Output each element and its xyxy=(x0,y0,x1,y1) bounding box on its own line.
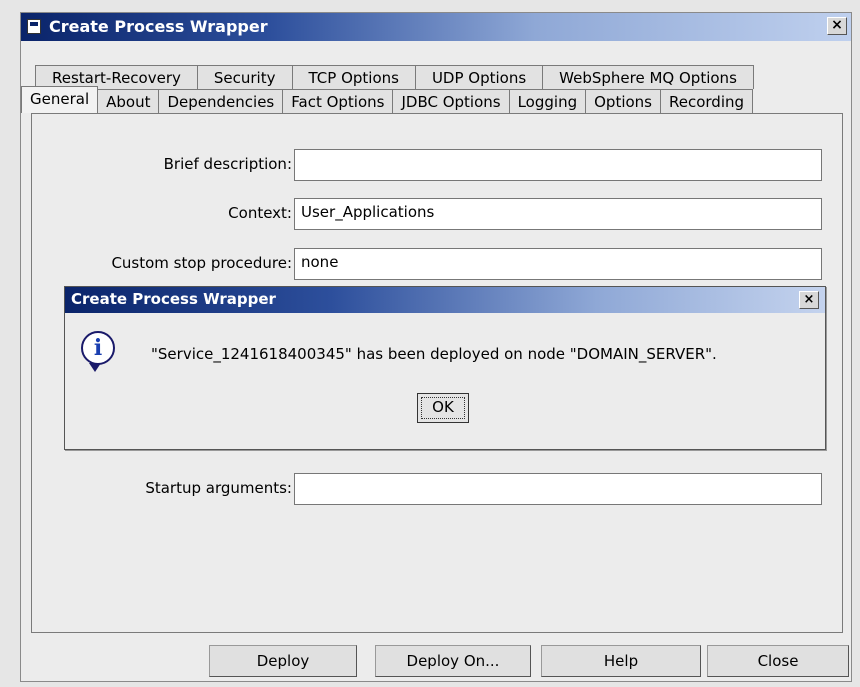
context-label: Context: xyxy=(228,204,292,222)
app-icon xyxy=(27,19,41,34)
custom-stop-input[interactable]: none xyxy=(294,248,822,280)
brief-description-label: Brief description: xyxy=(163,155,292,173)
window-close-button[interactable]: × xyxy=(827,17,847,35)
startup-args-label: Startup arguments: xyxy=(145,479,292,497)
custom-stop-label: Custom stop procedure: xyxy=(111,254,292,272)
context-row: Context: User_Applications xyxy=(32,198,842,230)
ok-button[interactable]: OK xyxy=(417,393,469,423)
tab-fact-options[interactable]: Fact Options xyxy=(282,89,394,113)
close-button[interactable]: Close xyxy=(707,645,849,677)
custom-stop-row: Custom stop procedure: none xyxy=(32,248,842,280)
tab-row-back: Restart-Recovery Security TCP Options UD… xyxy=(35,65,754,89)
brief-description-input[interactable] xyxy=(294,149,822,181)
deploy-button[interactable]: Deploy xyxy=(209,645,357,677)
tab-udp-options[interactable]: UDP Options xyxy=(414,65,544,89)
brief-description-row: Brief description: xyxy=(32,149,842,181)
tab-websphere-mq-options[interactable]: WebSphere MQ Options xyxy=(542,65,754,89)
deploy-on-button[interactable]: Deploy On... xyxy=(375,645,531,677)
tab-general[interactable]: General xyxy=(21,86,99,113)
startup-args-row: Startup arguments: xyxy=(32,473,842,505)
dialog-close-button[interactable]: × xyxy=(799,291,819,309)
window-title: Create Process Wrapper xyxy=(49,17,268,36)
dialog-titlebar[interactable]: Create Process Wrapper × xyxy=(65,287,825,313)
tab-tcp-options[interactable]: TCP Options xyxy=(291,65,416,89)
context-input[interactable]: User_Applications xyxy=(294,198,822,230)
button-bar: Deploy Deploy On... Help Close xyxy=(21,645,851,679)
tab-about[interactable]: About xyxy=(97,89,160,113)
window-titlebar[interactable]: Create Process Wrapper × xyxy=(21,13,851,41)
tab-dependencies[interactable]: Dependencies xyxy=(158,89,284,113)
tab-jdbc-options[interactable]: JDBC Options xyxy=(392,89,510,113)
tab-logging[interactable]: Logging xyxy=(508,89,587,113)
tab-recording[interactable]: Recording xyxy=(660,89,754,113)
info-icon: i xyxy=(81,331,115,372)
dialog-title: Create Process Wrapper xyxy=(71,290,276,308)
dialog-message: "Service_1241618400345" has been deploye… xyxy=(151,345,717,363)
tab-row-front: General About Dependencies Fact Options … xyxy=(21,86,754,116)
help-button[interactable]: Help xyxy=(541,645,701,677)
tab-security[interactable]: Security xyxy=(196,65,293,89)
deploy-dialog: Create Process Wrapper × i "Service_1241… xyxy=(64,286,826,450)
startup-args-input[interactable] xyxy=(294,473,822,505)
tab-options[interactable]: Options xyxy=(585,89,661,113)
